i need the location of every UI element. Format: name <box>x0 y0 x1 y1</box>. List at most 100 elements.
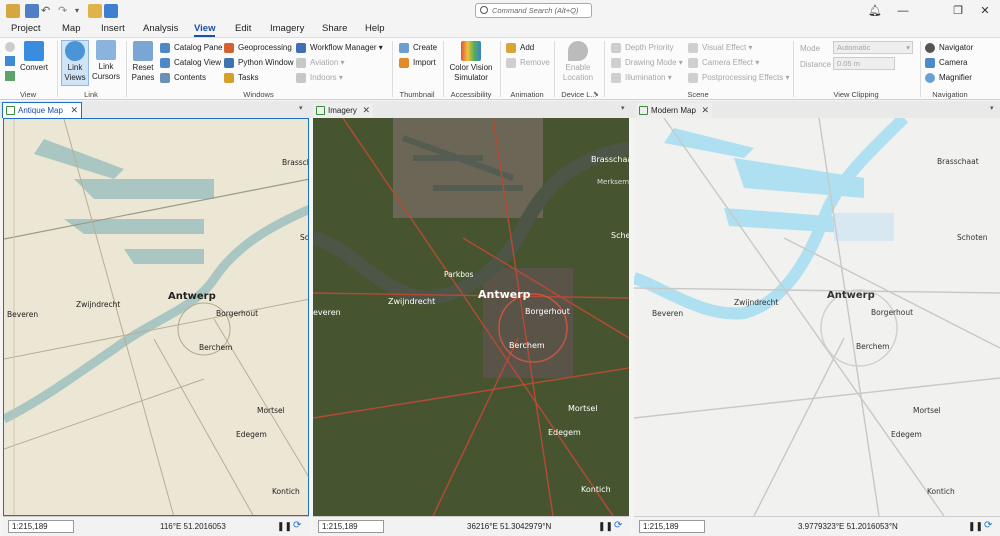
drawing-mode-button[interactable]: Drawing Mode ▾ <box>611 57 683 69</box>
camera-button[interactable]: Camera <box>925 57 967 69</box>
tab-imagery[interactable]: Imagery <box>270 21 304 37</box>
pane-tab-strip <box>0 101 1000 118</box>
import-icon <box>399 58 409 68</box>
catalog-pane-button[interactable]: Catalog Pane <box>160 42 222 54</box>
catalog-view-icon <box>160 58 170 68</box>
workflow-manager-button[interactable]: Workflow Manager ▾ <box>296 42 383 54</box>
refresh-icon[interactable]: ⟳ <box>984 520 992 531</box>
refresh-icon[interactable]: ⟳ <box>614 520 622 531</box>
imagery-map-view[interactable]: Antwerp Zwijndrecht Borgerhout Berchem M… <box>313 118 629 516</box>
create-thumbnail-button[interactable]: Create <box>399 42 437 54</box>
close-tab-icon[interactable]: ✕ <box>701 103 709 118</box>
navigator-button[interactable]: Navigator <box>925 42 973 54</box>
link-cursors-button[interactable]: Link Cursors <box>92 40 120 81</box>
convert-button[interactable]: Convert <box>20 41 48 73</box>
dialog-launcher-icon[interactable]: ⬊ <box>593 90 599 98</box>
close-tab-icon[interactable]: ✕ <box>70 103 78 118</box>
pane-menu-icon[interactable]: ▾ <box>299 104 303 112</box>
aviation-icon <box>296 58 306 68</box>
save-icon[interactable] <box>104 4 118 18</box>
aviation-button[interactable]: Aviation ▾ <box>296 57 345 69</box>
add-animation-button[interactable]: Add <box>506 42 534 54</box>
close-tab-icon[interactable]: ✕ <box>362 103 370 118</box>
tasks-button[interactable]: Tasks <box>224 72 258 84</box>
redo-icon[interactable]: ↷ <box>58 4 72 18</box>
group-label-accessibility: Accessibility <box>450 90 492 99</box>
tab-project[interactable]: Project <box>11 21 41 37</box>
camera-effect-button[interactable]: Camera Effect ▾ <box>688 57 759 69</box>
notifications-icon[interactable]: 🔔︎ <box>867 3 883 19</box>
label-beveren: everen <box>313 308 341 317</box>
modern-map-view[interactable]: Antwerp Zwijndrecht Borgerhout Berchem M… <box>634 118 1000 516</box>
group-label-scene: Scene <box>687 90 709 99</box>
view-small-icon-3[interactable] <box>5 71 15 81</box>
view-small-icon[interactable] <box>5 42 15 52</box>
link-views-button[interactable]: Link Views <box>61 40 89 86</box>
mode-select[interactable]: Automatic ▾ <box>833 41 913 54</box>
pane-menu-icon[interactable]: ▾ <box>990 104 994 112</box>
tab-edit[interactable]: Edit <box>235 21 251 37</box>
geoprocessing-icon <box>224 43 234 53</box>
tab-imagery[interactable]: Imagery ✕ <box>313 103 373 118</box>
map-tab-icon <box>639 106 648 115</box>
label-brasschaat: Brasschaat <box>937 157 979 166</box>
app-icon <box>6 4 20 18</box>
label-kontich: Kontich <box>272 487 300 496</box>
tab-antique-map[interactable]: Antique Map ✕ <box>2 102 82 118</box>
reset-panes-button[interactable]: Reset Panes <box>130 41 156 82</box>
color-vision-simulator-button[interactable]: Color Vision Simulator <box>446 41 496 82</box>
label-mortsel: Mortsel <box>913 406 941 415</box>
refresh-icon[interactable]: ⟳ <box>293 520 301 531</box>
illumination-button[interactable]: Illumination ▾ <box>611 72 672 84</box>
tab-analysis[interactable]: Analysis <box>143 21 178 37</box>
tab-modern-map[interactable]: Modern Map ✕ <box>636 103 712 118</box>
enable-location-button[interactable]: Enable Location <box>558 41 598 82</box>
python-window-button[interactable]: Python Window <box>224 57 294 69</box>
qat-dropdown-icon[interactable]: ▾ <box>75 4 89 18</box>
open-folder-icon[interactable] <box>88 4 102 18</box>
depth-priority-button[interactable]: Depth Priority <box>611 42 673 54</box>
import-thumbnail-button[interactable]: Import <box>399 57 436 69</box>
restore-button[interactable]: ❐ <box>950 3 966 19</box>
distance-label: Distance <box>800 60 832 69</box>
tab-share[interactable]: Share <box>322 21 347 37</box>
label-antwerp: Antwerp <box>168 291 216 302</box>
modern-map-canvas <box>634 118 1000 516</box>
pause-icon[interactable]: ❚❚ <box>277 521 292 532</box>
view-small-icon-2[interactable] <box>5 56 15 66</box>
tab-map[interactable]: Map <box>62 21 80 37</box>
tab-help[interactable]: Help <box>365 21 385 37</box>
pause-icon[interactable]: ❚❚ <box>968 521 983 532</box>
close-button[interactable]: ✕ <box>977 3 993 19</box>
pause-icon[interactable]: ❚❚ <box>598 521 613 532</box>
command-search-input[interactable]: Command Search (Alt+Q) <box>475 3 592 18</box>
tab-insert[interactable]: Insert <box>101 21 125 37</box>
catalog-view-button[interactable]: Catalog View <box>160 57 221 69</box>
remove-icon <box>506 58 516 68</box>
contents-button[interactable]: Contents <box>160 72 206 84</box>
new-project-icon[interactable] <box>25 4 39 18</box>
visual-effect-button[interactable]: Visual Effect ▾ <box>688 42 752 54</box>
remove-animation-button[interactable]: Remove <box>506 57 550 69</box>
magnifier-icon <box>925 73 935 83</box>
distance-input[interactable]: 0.05 m <box>833 57 895 70</box>
label-mortsel: Mortsel <box>568 404 598 413</box>
scale-select[interactable]: 1:215,189 <box>639 520 705 533</box>
add-icon <box>506 43 516 53</box>
map-tab-icon <box>6 106 15 115</box>
imagery-status-bar: 1:215,189 36216°E 51.3042979°N ❚❚ ⟳ <box>313 516 629 536</box>
convert-icon <box>24 41 44 61</box>
scale-select[interactable]: 1:215,189 <box>318 520 384 533</box>
indoors-button[interactable]: Indoors ▾ <box>296 72 343 84</box>
geoprocessing-button[interactable]: Geoprocessing <box>224 42 292 54</box>
label-edegem: Edegem <box>236 430 267 439</box>
postprocessing-effects-button[interactable]: Postprocessing Effects ▾ <box>688 72 789 84</box>
undo-icon[interactable]: ↶ <box>41 4 55 18</box>
tab-view[interactable]: View <box>194 21 216 37</box>
scale-select[interactable]: 1:215,189 <box>8 520 74 533</box>
label-schoten: Sche <box>611 231 629 240</box>
pane-menu-icon[interactable]: ▾ <box>621 104 625 112</box>
minimize-button[interactable]: — <box>895 3 911 19</box>
antique-map-view[interactable]: Antwerp Zwijndrecht Borgerhout Berchem M… <box>3 118 309 516</box>
magnifier-button[interactable]: Magnifier <box>925 72 972 84</box>
